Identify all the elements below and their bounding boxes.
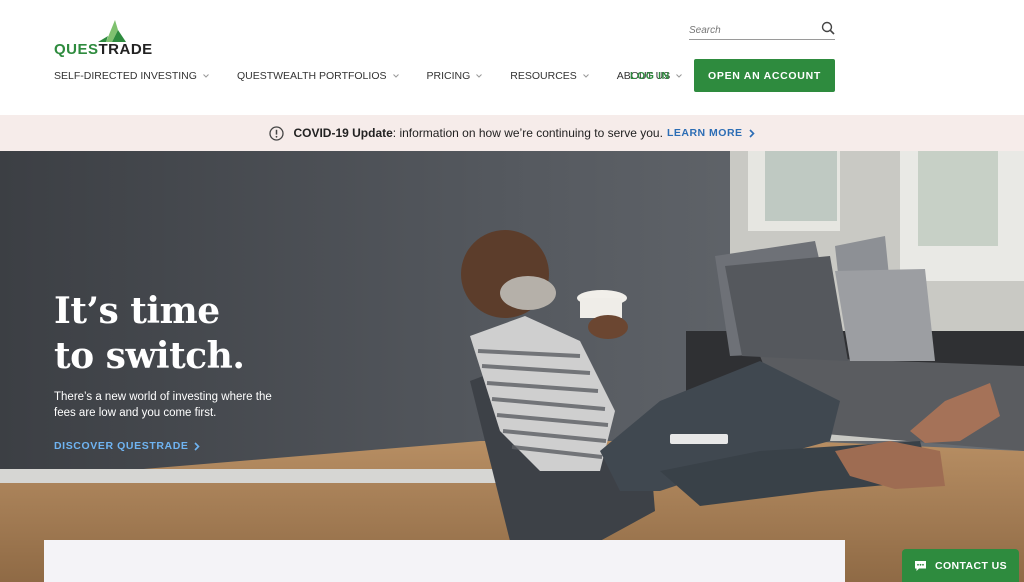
- nav-item-label: PRICING: [426, 70, 471, 82]
- chevron-down-icon: [203, 74, 209, 78]
- search-icon[interactable]: [821, 21, 835, 35]
- discover-label: DISCOVER QUESTRADE: [54, 440, 189, 452]
- chevron-down-icon: [582, 74, 589, 78]
- chevron-right-icon: [748, 128, 755, 138]
- login-link[interactable]: LOG IN: [630, 70, 670, 82]
- nav-questwealth-portfolios[interactable]: QUESTWEALTH PORTFOLIOS: [237, 70, 399, 82]
- search-input[interactable]: [689, 21, 809, 40]
- chevron-down-icon: [676, 74, 683, 78]
- contact-us-label: CONTACT US: [934, 559, 1008, 572]
- site-header: QUESTRADE SELF-DIRECTED INVESTING QUESTW…: [0, 0, 1024, 115]
- covid-banner: COVID-19 Update : information on how we’…: [0, 115, 1024, 151]
- questrade-logo[interactable]: QUESTRADE: [54, 16, 169, 58]
- hero-subtext: There’s a new world of investing where t…: [54, 391, 272, 419]
- contact-us-button[interactable]: CONTACT US: [902, 549, 1019, 582]
- open-account-button[interactable]: OPEN AN ACCOUNT: [694, 59, 835, 92]
- main-nav: SELF-DIRECTED INVESTING QUESTWEALTH PORT…: [54, 69, 710, 83]
- learn-more-link[interactable]: LEARN MORE: [667, 127, 755, 139]
- chevron-down-icon: [392, 74, 399, 78]
- nav-self-directed-investing[interactable]: SELF-DIRECTED INVESTING: [54, 70, 209, 82]
- nav-item-label: QUESTWEALTH PORTFOLIOS: [236, 70, 387, 82]
- nav-resources[interactable]: RESOURCES: [510, 70, 589, 82]
- discover-questrade-link[interactable]: DISCOVER QUESTRADE: [54, 440, 201, 452]
- chat-icon: [914, 560, 926, 571]
- banner-text: : information on how we’re continuing to…: [392, 126, 663, 140]
- chevron-right-icon: [194, 441, 201, 451]
- logo-wordmark: QUESTRADE: [54, 41, 153, 58]
- hero-headline-line1: It’s time: [54, 290, 220, 332]
- search-box: [689, 20, 835, 40]
- hero-headline: It’s time to switch.: [54, 289, 245, 379]
- content-card: [44, 540, 845, 582]
- banner-title: COVID-19 Update: [293, 126, 393, 140]
- learn-more-label: LEARN MORE: [666, 127, 743, 139]
- nav-pricing[interactable]: PRICING: [427, 70, 483, 82]
- info-icon: [269, 125, 285, 141]
- chevron-down-icon: [476, 74, 483, 78]
- hero-headline-line2: to switch.: [54, 335, 245, 377]
- nav-item-label: RESOURCES: [510, 70, 577, 82]
- logo-mountain-icon: [98, 20, 126, 42]
- nav-item-label: SELF-DIRECTED INVESTING: [54, 70, 197, 82]
- hero-section: It’s time to switch. There’s a new world…: [0, 151, 1024, 582]
